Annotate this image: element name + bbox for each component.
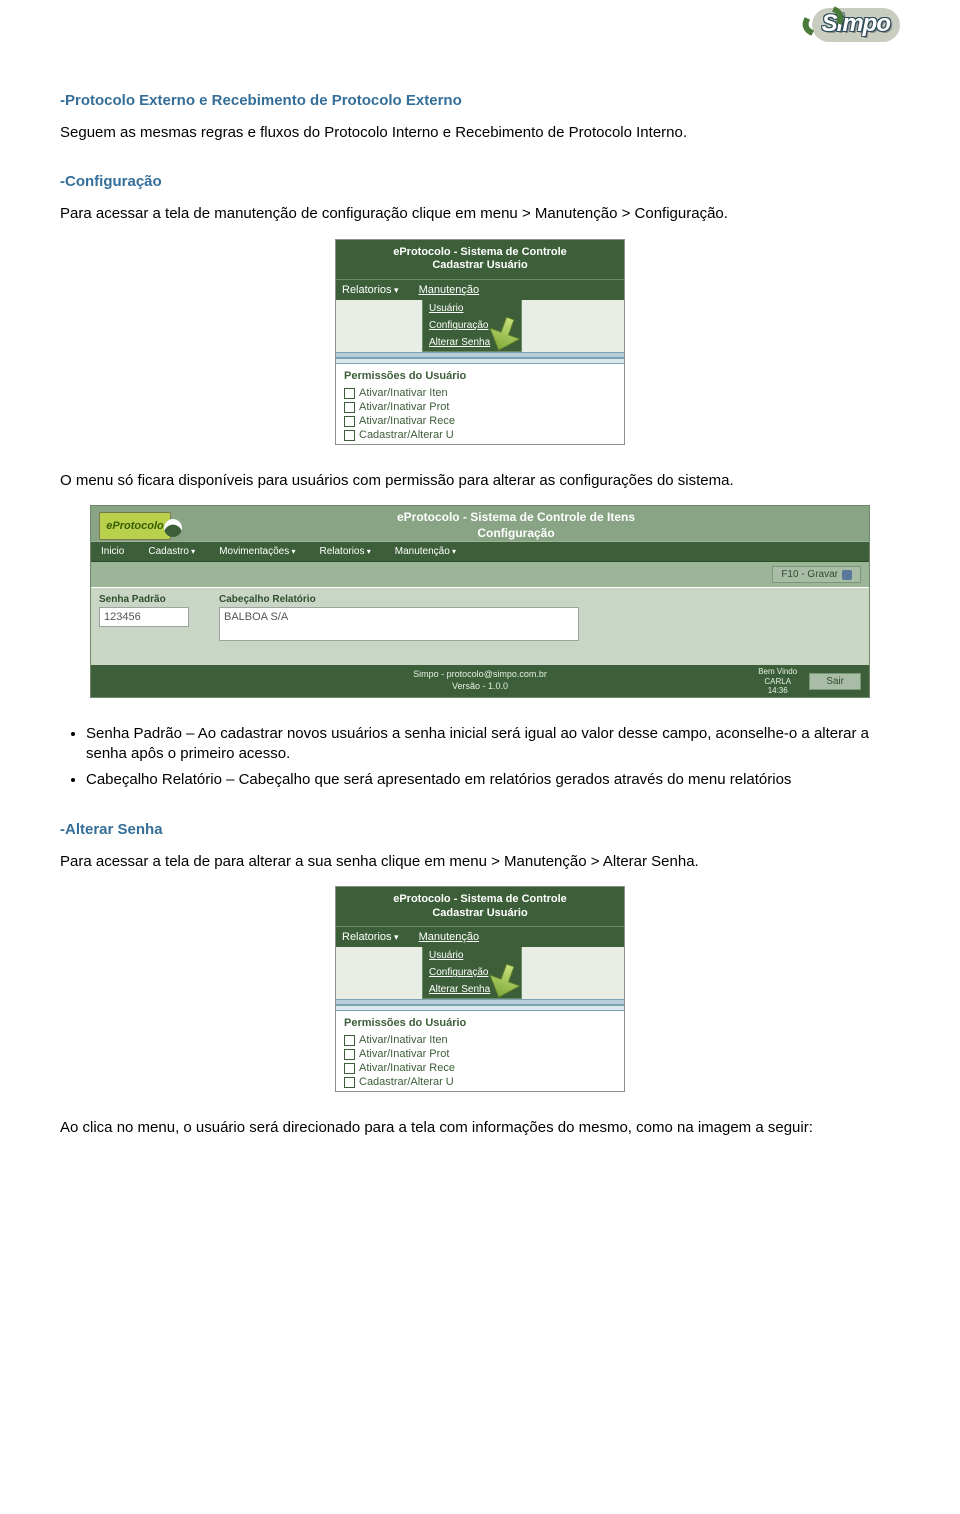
section-alterar-senha-text-2: Ao clica no menu, o usuário será direcio… xyxy=(60,1118,900,1138)
section-configuracao-text-1: Para acessar a tela de manutenção de con… xyxy=(60,204,900,224)
dropdown-item-usuario[interactable]: Usuário xyxy=(423,300,521,317)
screenshot-config-form: eProtocolo eProtocolo - Sistema de Contr… xyxy=(90,505,870,698)
menu-title-2: Cadastrar Usuário xyxy=(340,259,620,273)
welcome-time: 14:36 xyxy=(758,686,797,695)
section-configuracao-text-2: O menu só ficara disponíveis para usuári… xyxy=(60,471,900,491)
perm-item-3: Ativar/Inativar Rece xyxy=(359,415,455,427)
perm-item-1: Ativar/Inativar Iten xyxy=(359,387,448,399)
header-logo-area: Simpo xyxy=(60,0,900,62)
checkbox-icon[interactable] xyxy=(344,402,355,413)
nav-relatorios[interactable]: Relatorios xyxy=(342,931,399,943)
nav-relatorios[interactable]: Relatorios xyxy=(342,284,399,296)
footer-email: Simpo - protocolo@simpo.com.br xyxy=(413,669,547,681)
permissions-title: Permissões do Usuário xyxy=(344,370,616,382)
dropdown-item-usuario[interactable]: Usuário xyxy=(423,947,521,964)
checkbox-icon[interactable] xyxy=(344,430,355,441)
perm-item-2: Ativar/Inativar Prot xyxy=(359,1048,449,1060)
config-bullets: Senha Padrão – Ao cadastrar novos usuári… xyxy=(86,724,900,791)
config-title-1: eProtocolo - Sistema de Controle de Iten… xyxy=(171,510,861,526)
checkbox-icon[interactable] xyxy=(344,1049,355,1060)
nav-inicio[interactable]: Inicio xyxy=(101,546,124,557)
simpo-logo: Simpo xyxy=(812,8,900,42)
perm-item-1: Ativar/Inativar Iten xyxy=(359,1034,448,1046)
nav-manutencao[interactable]: Manutenção xyxy=(395,546,450,557)
checkbox-icon[interactable] xyxy=(344,416,355,427)
cabecalho-relatorio-input[interactable]: BALBOA S/A xyxy=(219,607,579,641)
gravar-button[interactable]: F10 - Gravar xyxy=(772,566,861,583)
senha-padrao-label: Senha Padrão xyxy=(99,594,189,605)
save-disk-icon xyxy=(842,570,852,580)
dropdown-manutencao: Usuário Configuração Alterar Senha xyxy=(422,300,522,352)
senha-padrao-input[interactable]: 123456 xyxy=(99,607,189,627)
nav-cadastro[interactable]: Cadastro xyxy=(148,546,189,557)
checkbox-icon[interactable] xyxy=(344,1035,355,1046)
checkbox-icon[interactable] xyxy=(344,1077,355,1088)
dropdown-item-alterar-senha[interactable]: Alterar Senha xyxy=(423,981,521,998)
perm-item-4: Cadastrar/Alterar U xyxy=(359,1076,454,1088)
sair-button[interactable]: Sair xyxy=(809,673,861,690)
perm-item-4: Cadastrar/Alterar U xyxy=(359,429,454,441)
section-alterar-senha-title: -Alterar Senha xyxy=(60,821,900,838)
checkbox-icon[interactable] xyxy=(344,388,355,399)
bullet-cabecalho-relatorio: Cabeçalho Relatório – Cabeçalho que será… xyxy=(86,770,900,790)
config-title-2: Configuração xyxy=(171,526,861,542)
dropdown-manutencao: Usuário Configuração Alterar Senha xyxy=(422,947,522,999)
screenshot-menu-configuracao: eProtocolo - Sistema de Controle Cadastr… xyxy=(335,239,625,446)
footer-version: Versão - 1.0.0 xyxy=(413,681,547,693)
nav-manutencao[interactable]: Manutenção xyxy=(419,284,480,296)
section-protocolo-externo-title: -Protocolo Externo e Recebimento de Prot… xyxy=(60,92,900,109)
permissions-title: Permissões do Usuário xyxy=(344,1017,616,1029)
menu-title-1: eProtocolo - Sistema de Controle xyxy=(340,893,620,907)
cabecalho-relatorio-label: Cabeçalho Relatório xyxy=(219,594,579,605)
nav-movimentacoes[interactable]: Movimentações xyxy=(219,546,289,557)
dropdown-item-configuracao[interactable]: Configuração xyxy=(423,964,521,981)
screenshot-menu-alterar-senha: eProtocolo - Sistema de Controle Cadastr… xyxy=(335,886,625,1093)
welcome-label: Bem Vindo xyxy=(758,667,797,676)
perm-item-2: Ativar/Inativar Prot xyxy=(359,401,449,413)
dropdown-item-configuracao[interactable]: Configuração xyxy=(423,317,521,334)
section-protocolo-externo-text: Seguem as mesmas regras e fluxos do Prot… xyxy=(60,123,900,143)
menu-title-2: Cadastrar Usuário xyxy=(340,907,620,921)
section-alterar-senha-text-1: Para acessar a tela de para alterar a su… xyxy=(60,852,900,872)
nav-manutencao[interactable]: Manutenção xyxy=(419,931,480,943)
bullet-senha-padrao: Senha Padrão – Ao cadastrar novos usuári… xyxy=(86,724,900,765)
gravar-button-label: F10 - Gravar xyxy=(781,569,838,580)
section-configuracao-title: -Configuração xyxy=(60,173,900,190)
menu-title-1: eProtocolo - Sistema de Controle xyxy=(340,246,620,260)
perm-item-3: Ativar/Inativar Rece xyxy=(359,1062,455,1074)
welcome-user: CARLA xyxy=(758,677,797,686)
eprotocolo-logo: eProtocolo xyxy=(99,512,171,540)
dropdown-item-alterar-senha[interactable]: Alterar Senha xyxy=(423,334,521,351)
nav-relatorios[interactable]: Relatorios xyxy=(319,546,364,557)
checkbox-icon[interactable] xyxy=(344,1063,355,1074)
